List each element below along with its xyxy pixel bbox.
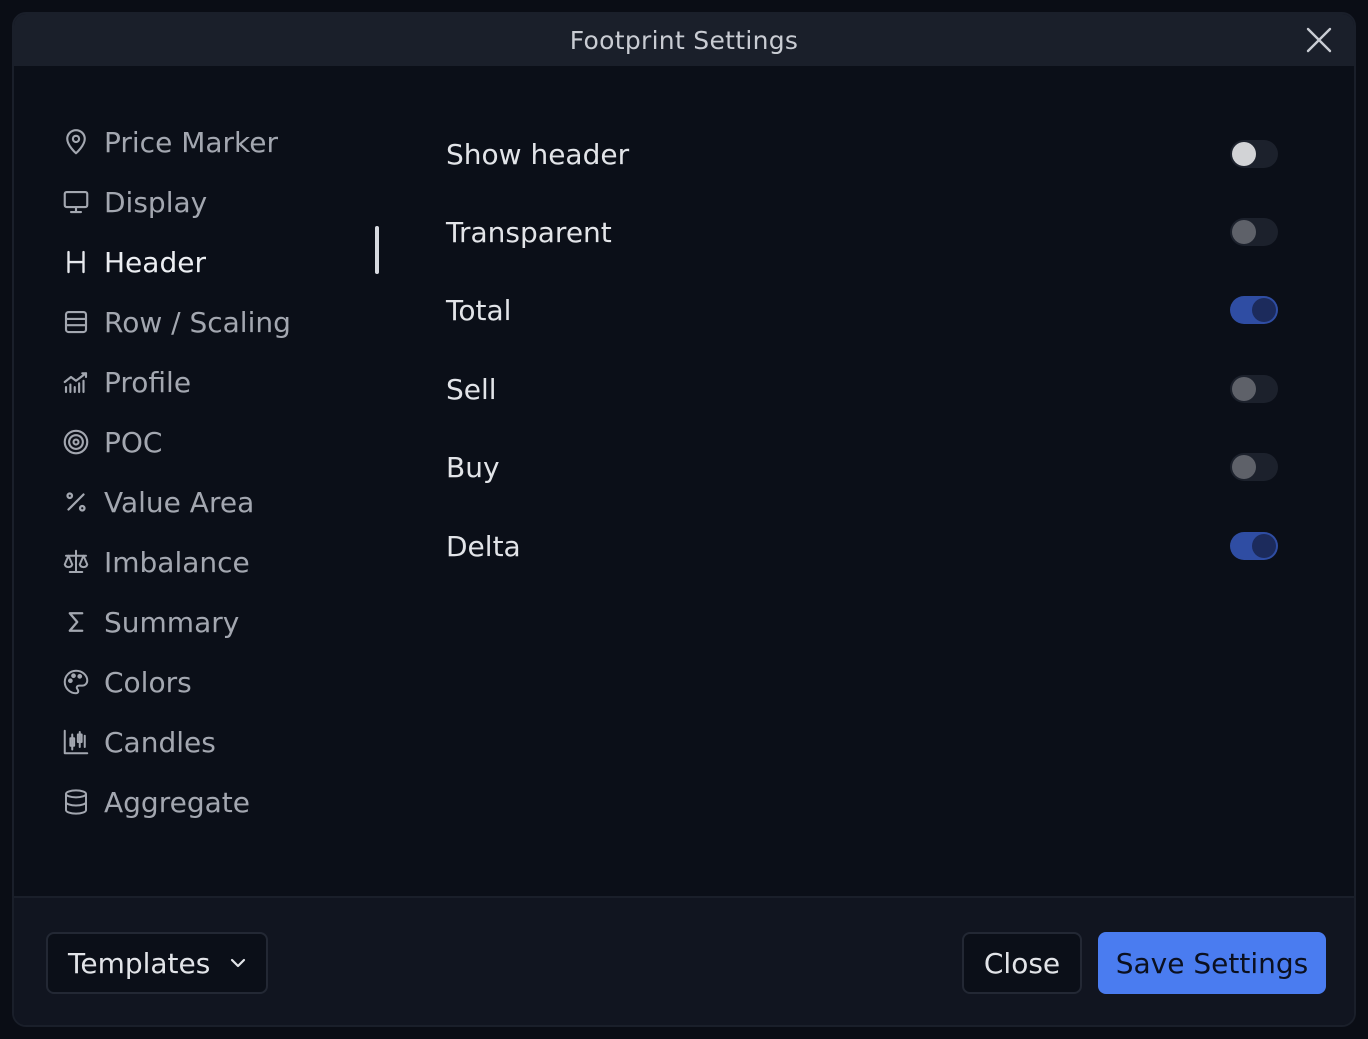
templates-label: Templates [68,946,211,980]
sell-toggle[interactable] [1230,375,1278,403]
target-icon [60,426,92,458]
templates-dropdown-button[interactable]: Templates [46,932,268,994]
transparent-toggle[interactable] [1230,218,1278,246]
sidebar-item-label: Aggregate [104,785,250,819]
dialog-body: Price Marker Display Header Row / Scalin… [14,66,1354,898]
close-button[interactable]: Close [962,932,1082,994]
setting-row-total: Total [446,280,1278,340]
sidebar-item-label: Colors [104,665,192,699]
monitor-icon [60,186,92,218]
setting-label: Sell [446,372,497,406]
dialog-titlebar: Footprint Settings [14,14,1354,66]
sidebar-item-label: Candles [104,725,216,759]
dialog-title: Footprint Settings [569,25,799,55]
sidebar-item-header[interactable]: Header [60,240,360,284]
save-settings-button[interactable]: Save Settings [1098,932,1326,994]
setting-label: Delta [446,529,521,563]
sidebar-item-label: Price Marker [104,125,278,159]
sidebar-item-summary[interactable]: Summary [60,600,360,644]
map-pin-icon [60,126,92,158]
save-label: Save Settings [1115,946,1309,980]
chart-profile-icon [60,366,92,398]
sidebar-item-row-scaling[interactable]: Row / Scaling [60,300,360,344]
database-icon [60,786,92,818]
sidebar-item-label: Summary [104,605,240,639]
setting-label: Show header [446,137,630,171]
sidebar-item-candles[interactable]: Candles [60,720,360,764]
setting-row-sell: Sell [446,359,1278,419]
setting-row-show-header: Show header [446,124,1278,184]
sidebar-item-poc[interactable]: POC [60,420,360,464]
sidebar-item-profile[interactable]: Profile [60,360,360,404]
percent-icon [60,486,92,518]
sidebar-item-label: POC [104,425,163,459]
sidebar-item-aggregate[interactable]: Aggregate [60,780,360,824]
palette-icon [60,666,92,698]
sidebar-item-value-area[interactable]: Value Area [60,480,360,524]
candles-icon [60,726,92,758]
header-settings-panel: Show header Transparent Total Sell Buy D… [446,66,1354,898]
close-label: Close [983,946,1061,980]
sidebar-item-label: Header [104,245,206,279]
rows-icon [60,306,92,338]
sidebar-item-label: Row / Scaling [104,305,291,339]
sidebar-item-colors[interactable]: Colors [60,660,360,704]
settings-sidebar: Price Marker Display Header Row / Scalin… [14,66,380,898]
sidebar-item-imbalance[interactable]: Imbalance [60,540,360,584]
buy-toggle[interactable] [1230,453,1278,481]
delta-toggle[interactable] [1230,532,1278,560]
sidebar-item-label: Display [104,185,208,219]
sidebar-item-label: Profile [104,365,192,399]
active-tab-indicator [375,226,379,274]
heading-icon [60,246,92,278]
footprint-settings-dialog: Footprint Settings Price Marker Display … [12,12,1356,1027]
setting-label: Buy [446,450,500,484]
setting-label: Total [446,293,512,327]
setting-row-buy: Buy [446,437,1278,497]
close-icon[interactable] [1304,25,1334,55]
setting-row-delta: Delta [446,516,1278,576]
total-toggle[interactable] [1230,296,1278,324]
sidebar-item-price-marker[interactable]: Price Marker [60,120,360,164]
show-header-toggle[interactable] [1230,140,1278,168]
sidebar-item-display[interactable]: Display [60,180,360,224]
sigma-icon [60,606,92,638]
setting-label: Transparent [446,215,612,249]
sidebar-item-label: Imbalance [104,545,250,579]
dialog-footer: Templates Close Save Settings [14,896,1354,1025]
sidebar-item-label: Value Area [104,485,255,519]
scale-icon [60,546,92,578]
setting-row-transparent: Transparent [446,202,1278,262]
chevron-down-icon [231,958,246,968]
